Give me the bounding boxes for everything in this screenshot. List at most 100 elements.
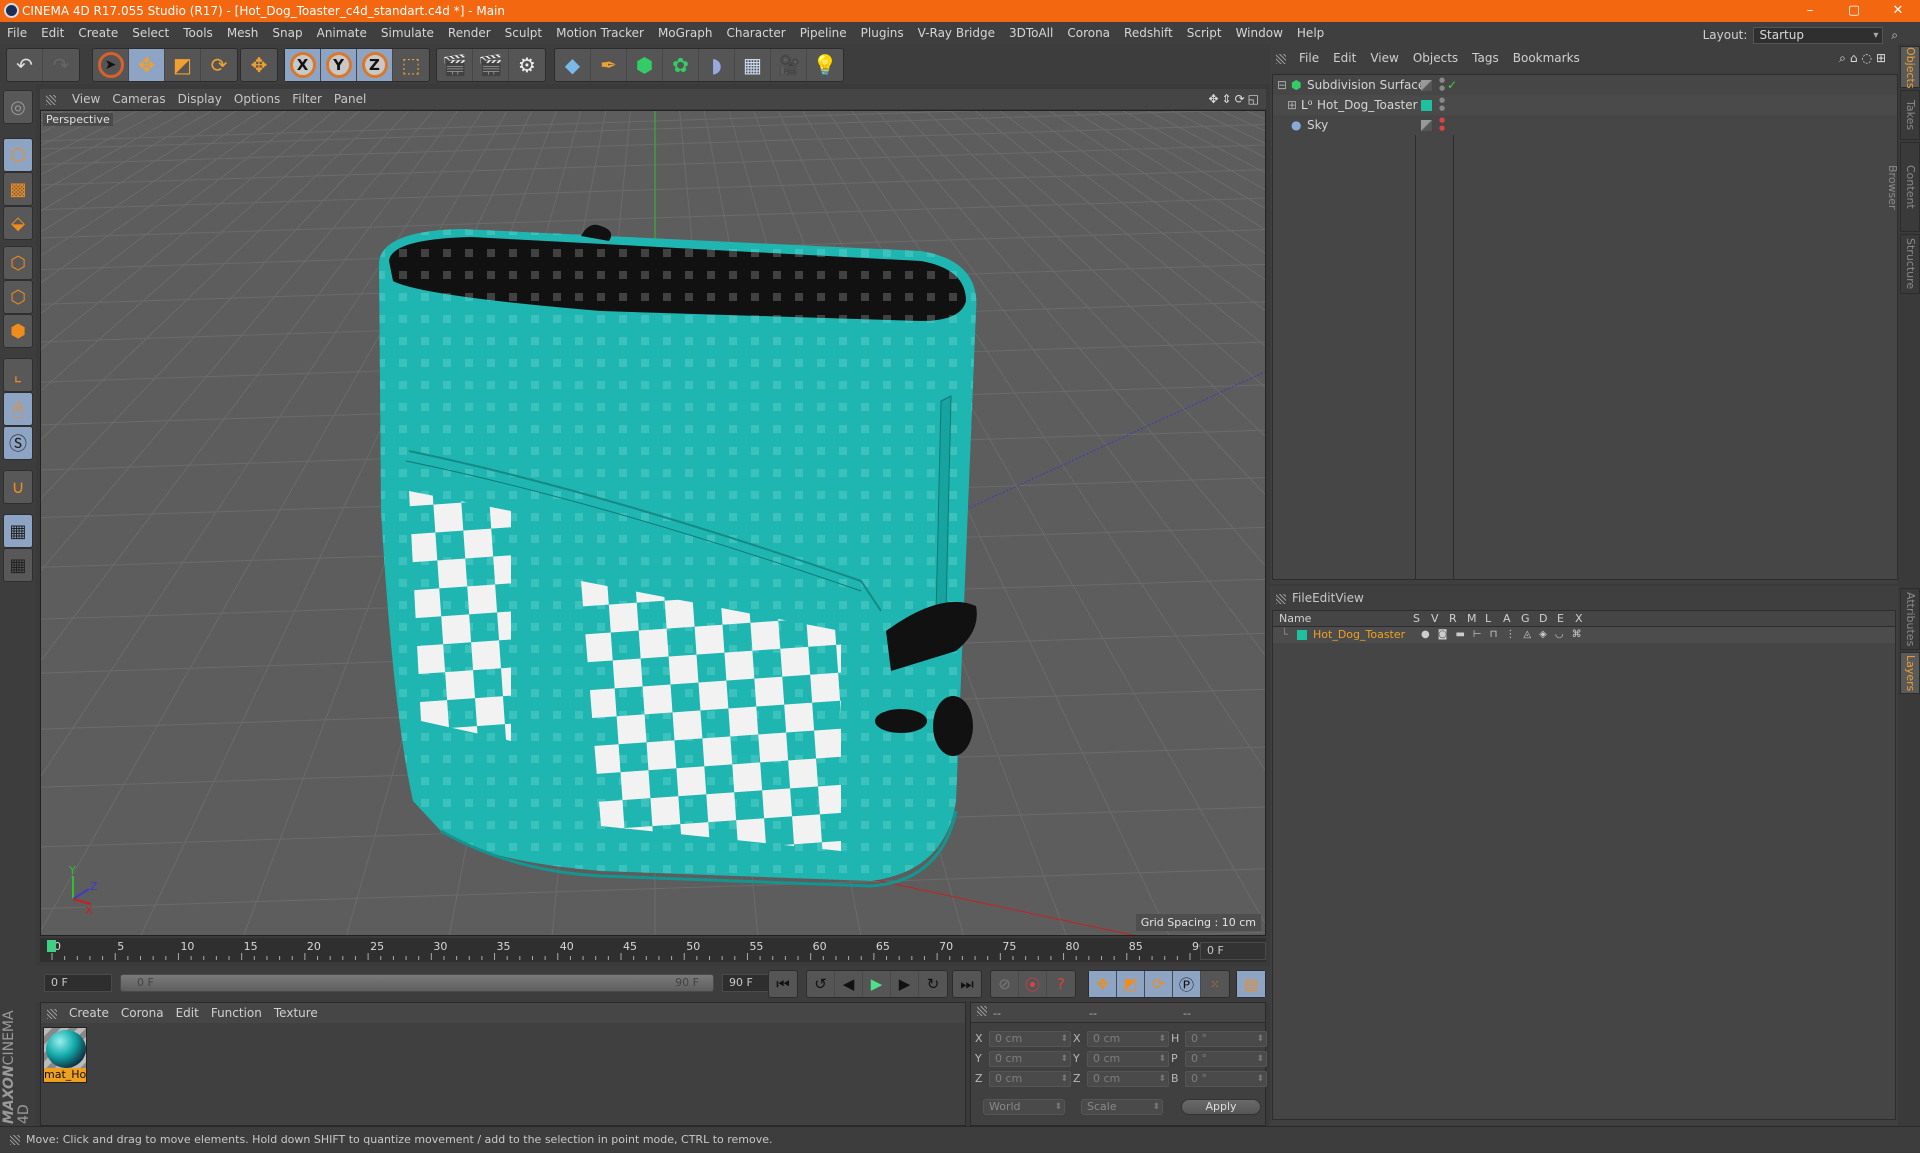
start-frame-field[interactable]: 0 F — [44, 974, 112, 992]
scale-mode-dropdown[interactable]: Scale — [1081, 1099, 1163, 1115]
cloner-icon[interactable]: ✿ — [663, 49, 699, 81]
object-menu-edit[interactable]: Edit — [1326, 44, 1363, 72]
redo-icon[interactable]: ↷ — [43, 49, 79, 81]
motion-path-icon[interactable]: ⊘ — [991, 971, 1019, 997]
points-mode-icon[interactable]: ⬡ — [3, 246, 33, 280]
object-menu-file[interactable]: File — [1292, 44, 1326, 72]
frame-range-slider[interactable]: 0 F 90 F — [120, 974, 714, 992]
layer-column-l[interactable]: L — [1485, 611, 1491, 627]
orbit-icon[interactable]: ⟳ — [1235, 92, 1248, 106]
expander-toggle[interactable]: ⊟ — [1277, 75, 1287, 95]
side-tab-content-browser[interactable]: Content Browser — [1886, 142, 1920, 232]
next-key-icon[interactable]: ↻ — [919, 971, 947, 997]
axis-mode-icon[interactable]: ⌞ — [3, 358, 33, 392]
timeline-icon[interactable]: ▤ — [1237, 971, 1265, 997]
3d-viewport[interactable]: Y Z X Perspective Grid Spacing : 10 cm — [40, 110, 1266, 936]
menu-snap[interactable]: Snap — [265, 22, 309, 44]
layer-column-a[interactable]: A — [1503, 611, 1511, 627]
menu-redshift[interactable]: Redshift — [1117, 22, 1180, 44]
side-tab-takes[interactable]: Takes — [1900, 90, 1920, 140]
layer-column-x[interactable]: X — [1575, 611, 1583, 627]
panel-grip[interactable] — [47, 1008, 57, 1019]
manager-toggle-icon[interactable]: ⊢ — [1473, 629, 1490, 640]
tweak-mode-icon[interactable]: 🖱 — [3, 392, 33, 426]
snap-magnet-icon[interactable]: ∪ — [3, 470, 33, 504]
viewport-menu-cameras[interactable]: Cameras — [106, 89, 171, 109]
viewport-menu-panel[interactable]: Panel — [328, 89, 372, 109]
panel-grip[interactable] — [46, 94, 56, 105]
visibility-dots[interactable]: ● ● — [1439, 76, 1445, 92]
enabled-check-icon[interactable]: ✓ — [1447, 75, 1457, 95]
go-to-end-icon[interactable]: ⏭ — [953, 971, 981, 997]
layer-column-d[interactable]: D — [1539, 611, 1547, 627]
layer-color-tag[interactable] — [1421, 100, 1432, 111]
layer-color-swatch[interactable] — [1297, 630, 1307, 640]
workplane-grid-icon[interactable]: ⬙ — [3, 206, 33, 240]
pla-key-icon[interactable]: ⁙ — [1201, 971, 1229, 997]
object-menu-bookmarks[interactable]: Bookmarks — [1506, 44, 1587, 72]
position-x-field[interactable]: 0 cm — [989, 1031, 1071, 1047]
autokey-icon[interactable]: ? — [1047, 971, 1075, 997]
go-to-start-icon[interactable]: ⏮ — [769, 971, 797, 997]
rotation-p-field[interactable]: 0 ° — [1185, 1051, 1267, 1067]
move-key-icon[interactable]: ✥ — [1089, 971, 1117, 997]
previous-frame-icon[interactable]: ◀ — [835, 971, 863, 997]
coordinate-mode-dropdown[interactable]: World — [983, 1099, 1065, 1115]
menu-pipeline[interactable]: Pipeline — [793, 22, 854, 44]
next-frame-icon[interactable]: ▶ — [891, 971, 919, 997]
subdivision-icon[interactable]: ⬢ — [627, 49, 663, 81]
object-row[interactable]: ● Sky ● ● — [1273, 115, 1897, 135]
layer-menu-file[interactable]: File — [1292, 591, 1312, 605]
apply-button[interactable]: Apply — [1181, 1099, 1261, 1115]
generator-toggle-icon[interactable]: ◬ — [1523, 629, 1539, 640]
maximize-button[interactable]: ▢ — [1832, 0, 1876, 22]
x-axis-lock[interactable]: X — [285, 49, 321, 81]
menu-tools[interactable]: Tools — [176, 22, 220, 44]
expander-toggle[interactable]: ⊞ — [1287, 95, 1297, 115]
menu-select[interactable]: Select — [125, 22, 176, 44]
object-name[interactable]: Sky — [1307, 115, 1328, 135]
expression-toggle-icon[interactable]: ◡ — [1555, 629, 1572, 640]
workplane-rotate-icon[interactable]: ▦ — [3, 548, 33, 582]
material-menu-create[interactable]: Create — [63, 1003, 115, 1023]
move-last-icon[interactable]: ✥ — [241, 49, 277, 81]
animation-toggle-icon[interactable]: ⋮ — [1505, 629, 1523, 640]
solo-icon[interactable]: Ⓢ — [3, 426, 33, 460]
light-icon[interactable]: 💡 — [807, 49, 843, 81]
maximize-view-icon[interactable]: ◱ — [1248, 92, 1262, 106]
new-window-icon[interactable]: ⊞ — [1876, 51, 1890, 65]
display-tag-icon[interactable] — [1421, 80, 1432, 91]
home-icon[interactable]: ⌂ — [1850, 51, 1862, 65]
side-tab-attributes[interactable]: Attributes — [1900, 588, 1920, 650]
hot-dog-toaster-model[interactable] — [379, 224, 977, 888]
timeline-playhead[interactable] — [47, 940, 56, 952]
scale-key-icon[interactable]: ◩ — [1117, 971, 1145, 997]
material-menu-texture[interactable]: Texture — [268, 1003, 324, 1023]
layer-column-name[interactable]: Name — [1279, 611, 1311, 627]
layer-column-m[interactable]: M — [1467, 611, 1477, 627]
menu-corona[interactable]: Corona — [1060, 22, 1117, 44]
timeline-ruler[interactable]: 0 5 10 15 20 25 30 35 40 45 50 55 60 65 70 75 80 85 90 — [40, 938, 1266, 962]
rotation-h-field[interactable]: 0 ° — [1185, 1031, 1267, 1047]
menu-mograph[interactable]: MoGraph — [651, 22, 720, 44]
object-name[interactable]: Hot_Dog_Toaster — [1317, 95, 1418, 115]
xref-toggle-icon[interactable]: ⌘ — [1572, 629, 1590, 640]
search-icon[interactable]: ⌕ — [1891, 28, 1898, 42]
viewport-menu-display[interactable]: Display — [172, 89, 228, 109]
rotate-icon[interactable]: ⟳ — [201, 49, 237, 81]
deformer-icon[interactable]: ◗ — [699, 49, 735, 81]
panel-grip[interactable] — [1276, 53, 1286, 64]
position-y-field[interactable]: 0 cm — [989, 1051, 1071, 1067]
layer-menu-view[interactable]: View — [1335, 591, 1363, 605]
object-menu-objects[interactable]: Objects — [1406, 44, 1465, 72]
camera-icon[interactable]: 🎥 — [771, 49, 807, 81]
size-y-field[interactable]: 0 cm — [1087, 1051, 1169, 1067]
polygons-mode-icon[interactable]: ⬢ — [3, 314, 33, 348]
material-menu-corona[interactable]: Corona — [115, 1003, 170, 1023]
current-frame-field[interactable]: 0 F — [1200, 942, 1266, 960]
object-row[interactable]: ⊟ ⬢ Subdivision Surface ● ● ✓ — [1273, 75, 1897, 95]
layer-name[interactable]: Hot_Dog_Toaster — [1313, 627, 1405, 643]
menu-3dtoall[interactable]: 3DToAll — [1002, 22, 1060, 44]
menu-window[interactable]: Window — [1229, 22, 1290, 44]
floor-icon[interactable]: ▦ — [735, 49, 771, 81]
